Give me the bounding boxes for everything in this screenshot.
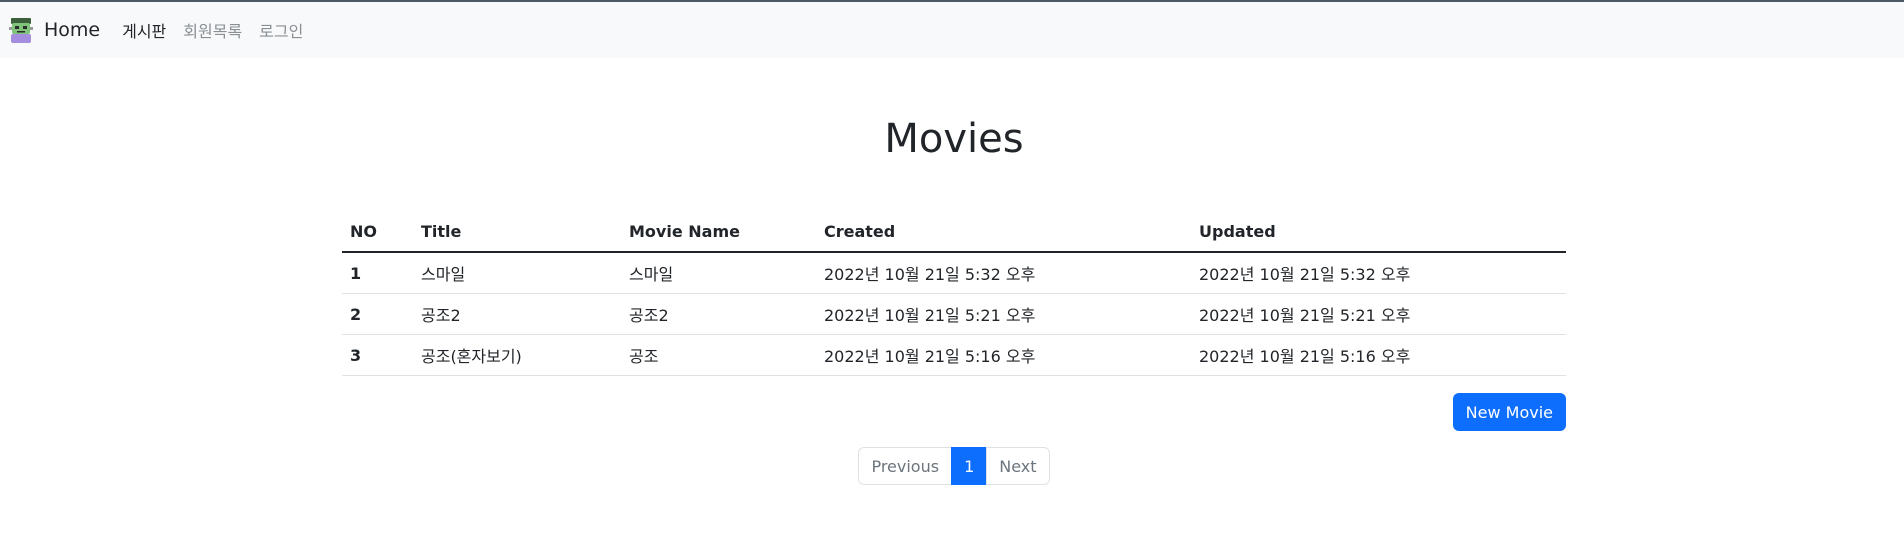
cell-no: 3: [342, 334, 413, 376]
cell-movie-name: 공조: [621, 334, 816, 376]
pagination-next[interactable]: Next: [986, 447, 1050, 485]
navbar: Home 게시판 회원목록 로그인: [0, 2, 1904, 58]
pagination-previous[interactable]: Previous: [858, 447, 953, 485]
table-row[interactable]: 1 스마일 스마일 2022년 10월 21일 5:32 오후 2022년 10…: [342, 252, 1566, 294]
header-no: NO: [342, 211, 413, 253]
pagination-page-1[interactable]: 1: [951, 447, 988, 485]
table-row[interactable]: 3 공조(혼자보기) 공조 2022년 10월 21일 5:16 오후 2022…: [342, 334, 1566, 376]
main-container: Movies NO Title Movie Name Created Updat…: [342, 58, 1566, 485]
cell-no: 2: [342, 293, 413, 335]
header-movie-name: Movie Name: [621, 211, 816, 253]
new-movie-button[interactable]: New Movie: [1452, 393, 1566, 431]
movies-table: NO Title Movie Name Created Updated 1 스마…: [342, 211, 1566, 376]
cell-created: 2022년 10월 21일 5:21 오후: [816, 293, 1191, 335]
cell-updated: 2022년 10월 21일 5:16 오후: [1191, 334, 1566, 376]
brand-text: Home: [44, 19, 101, 41]
cell-title: 스마일: [413, 252, 621, 294]
table-row[interactable]: 2 공조2 공조2 2022년 10월 21일 5:21 오후 2022년 10…: [342, 293, 1566, 335]
cell-movie-name: 스마일: [621, 252, 816, 294]
table-header-row: NO Title Movie Name Created Updated: [342, 211, 1566, 253]
cell-title: 공조(혼자보기): [413, 334, 621, 376]
cell-created: 2022년 10월 21일 5:16 오후: [816, 334, 1191, 376]
cell-no: 1: [342, 252, 413, 294]
cell-movie-name: 공조2: [621, 293, 816, 335]
header-created: Created: [816, 211, 1191, 253]
header-updated: Updated: [1191, 211, 1566, 253]
table-actions: New Movie: [342, 393, 1566, 431]
brand-link[interactable]: Home: [8, 17, 100, 43]
cell-title: 공조2: [413, 293, 621, 335]
cell-updated: 2022년 10월 21일 5:32 오후: [1191, 252, 1566, 294]
page-title: Movies: [884, 116, 1024, 162]
nav-link-login[interactable]: 로그인: [259, 18, 303, 42]
cell-created: 2022년 10월 21일 5:32 오후: [816, 252, 1191, 294]
pagination: Previous 1 Next: [342, 447, 1566, 485]
frankenstein-logo-icon: [9, 18, 33, 43]
header-title: Title: [413, 211, 621, 253]
nav-link-members[interactable]: 회원목록: [183, 18, 242, 42]
cell-updated: 2022년 10월 21일 5:21 오후: [1191, 293, 1566, 335]
nav-link-board[interactable]: 게시판: [122, 18, 166, 42]
